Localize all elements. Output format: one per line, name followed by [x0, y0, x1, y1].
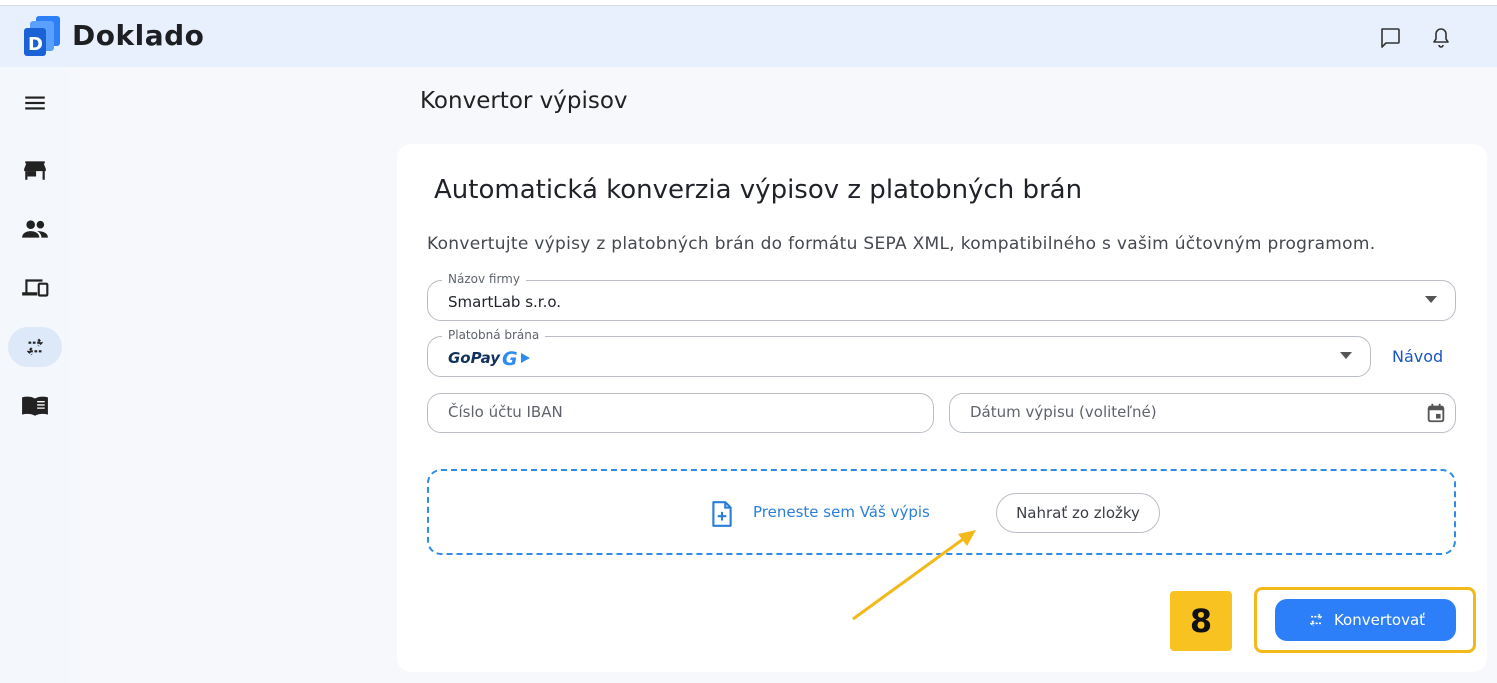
convert-button-label: Konvertovať — [1333, 611, 1426, 629]
sidebar-item-people[interactable] — [8, 209, 62, 249]
iban-placeholder: Číslo účtu IBAN — [448, 403, 563, 421]
add-file-icon — [712, 501, 732, 527]
gopay-logo: GoPay G — [448, 348, 534, 368]
sidebar-item-book[interactable] — [8, 386, 62, 426]
sidebar-item-store[interactable] — [8, 150, 62, 190]
bell-icon[interactable] — [1429, 26, 1453, 50]
book-icon — [22, 396, 48, 416]
step-number-badge: 8 — [1170, 591, 1232, 651]
dropzone-text: Preneste sem Váš výpis — [753, 503, 930, 521]
doklado-logo[interactable]: D — [22, 16, 64, 58]
company-label: Názov firmy — [442, 272, 526, 286]
convert-arrows-icon — [26, 338, 44, 356]
date-input[interactable]: Dátum výpisu (voliteľné) — [949, 393, 1456, 433]
menu-button[interactable] — [8, 83, 62, 123]
company-value: SmartLab s.r.o. — [448, 293, 562, 311]
card-title: Automatická konverzia výpisov z platobný… — [434, 175, 1083, 205]
chevron-down-icon — [1340, 352, 1352, 359]
iban-input[interactable]: Číslo účtu IBAN — [427, 393, 934, 433]
calendar-icon[interactable] — [1425, 402, 1447, 424]
menu-icon — [25, 96, 45, 110]
card-description: Konvertujte výpisy z platobných brán do … — [427, 234, 1376, 254]
gateway-select[interactable]: Platobná brána GoPay G — [427, 328, 1371, 377]
logo-letter: D — [28, 34, 43, 55]
sidebar-item-devices[interactable] — [8, 268, 62, 308]
date-placeholder: Dátum výpisu (voliteľné) — [970, 403, 1157, 421]
upload-from-folder-button[interactable]: Nahrať zo zložky — [996, 493, 1160, 533]
brand-name[interactable]: Doklado — [72, 19, 204, 52]
convert-button[interactable]: Konvertovať — [1275, 599, 1456, 641]
chat-icon[interactable] — [1378, 26, 1402, 50]
store-icon — [24, 161, 46, 180]
convert-arrows-icon — [1309, 613, 1323, 627]
gopay-mark-icon: G — [502, 348, 531, 368]
sidebar-item-converter[interactable] — [8, 327, 62, 367]
devices-icon — [22, 279, 49, 297]
people-icon — [22, 220, 48, 238]
gateway-label: Platobná brána — [442, 328, 546, 342]
company-select[interactable]: Názov firmy SmartLab s.r.o. — [427, 272, 1456, 321]
page-title: Konvertor výpisov — [420, 88, 628, 114]
guide-link[interactable]: Návod — [1392, 347, 1443, 366]
file-dropzone[interactable] — [427, 469, 1456, 555]
gateway-value: GoPay — [448, 349, 501, 367]
chevron-down-icon — [1425, 296, 1437, 303]
top-bar: D Doklado — [0, 5, 1497, 67]
sidebar — [0, 67, 70, 683]
gopay-mark-letter: G — [502, 348, 518, 368]
